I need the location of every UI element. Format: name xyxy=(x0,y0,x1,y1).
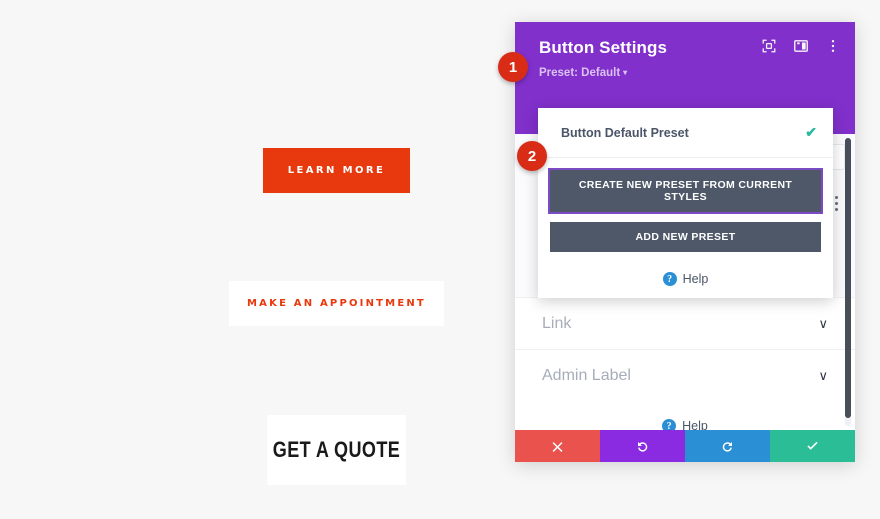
make-an-appointment-button[interactable]: MAKE AN APPOINTMENT xyxy=(229,281,444,326)
more-vertical-icon[interactable] xyxy=(825,38,841,54)
callout-badge-2: 2 xyxy=(517,141,547,171)
check-icon xyxy=(807,441,818,450)
page-preview: LEARN MORE MAKE AN APPOINTMENT GET A QUO… xyxy=(0,0,515,519)
help-icon-dropdown: ? xyxy=(662,272,677,286)
modal-scrollbar-thumb[interactable] xyxy=(845,138,851,418)
redo-icon xyxy=(722,441,732,452)
preset-option-button-default[interactable]: Button Default Preset ✔ xyxy=(538,108,833,158)
learn-more-button[interactable]: LEARN MORE xyxy=(263,148,410,193)
section-label-link: Link xyxy=(542,314,572,332)
modal-header-icons xyxy=(761,38,841,54)
screen: LEARN MORE MAKE AN APPOINTMENT GET A QUO… xyxy=(0,0,880,519)
button-settings-modal: Button Settings Preset: Default ▾ Link ∨… xyxy=(515,22,855,462)
modal-help-link[interactable]: ? Help xyxy=(515,419,855,430)
chevron-down-icon-link: ∨ xyxy=(818,315,828,331)
callout-badge-1: 1 xyxy=(498,52,528,82)
more-vertical-icon-body[interactable] xyxy=(835,196,838,211)
close-icon xyxy=(552,441,563,452)
cancel-button[interactable] xyxy=(515,430,600,462)
modal-scrollbar-track[interactable] xyxy=(845,138,851,426)
undo-button[interactable] xyxy=(600,430,685,462)
help-icon: ? xyxy=(662,419,677,430)
create-new-preset-from-current-styles-button[interactable]: CREATE NEW PRESET FROM CURRENT STYLES xyxy=(548,168,823,214)
get-a-quote-button[interactable]: GET A QUOTE xyxy=(267,415,406,485)
chevron-down-icon-admin-label: ∨ xyxy=(818,367,828,383)
add-new-preset-button[interactable]: ADD NEW PRESET xyxy=(550,222,821,252)
save-button[interactable] xyxy=(770,430,855,462)
preset-help-link[interactable]: ? Help xyxy=(538,262,833,286)
preset-selector-label: Preset: Default xyxy=(539,67,621,79)
help-label: Help xyxy=(682,419,708,430)
preset-actions: CREATE NEW PRESET FROM CURRENT STYLES AD… xyxy=(538,158,833,252)
layout-columns-icon[interactable] xyxy=(793,38,809,54)
preset-option-label: Button Default Preset xyxy=(561,125,689,140)
sidebar-item-link[interactable]: Link ∨ xyxy=(515,297,855,349)
chevron-down-icon: ▾ xyxy=(623,68,628,78)
section-label-admin-label: Admin Label xyxy=(542,366,631,384)
undo-icon xyxy=(638,441,648,452)
redo-button[interactable] xyxy=(685,430,770,462)
sidebar-item-admin-label[interactable]: Admin Label ∨ xyxy=(515,349,855,401)
preset-dropdown-menu: Button Default Preset ✔ CREATE NEW PRESE… xyxy=(538,108,833,298)
focus-icon[interactable] xyxy=(761,38,777,54)
modal-footer xyxy=(515,430,855,462)
preset-selector[interactable]: Preset: Default ▾ xyxy=(539,67,627,79)
help-label-dropdown: Help xyxy=(682,272,709,286)
check-icon: ✔ xyxy=(805,124,817,140)
